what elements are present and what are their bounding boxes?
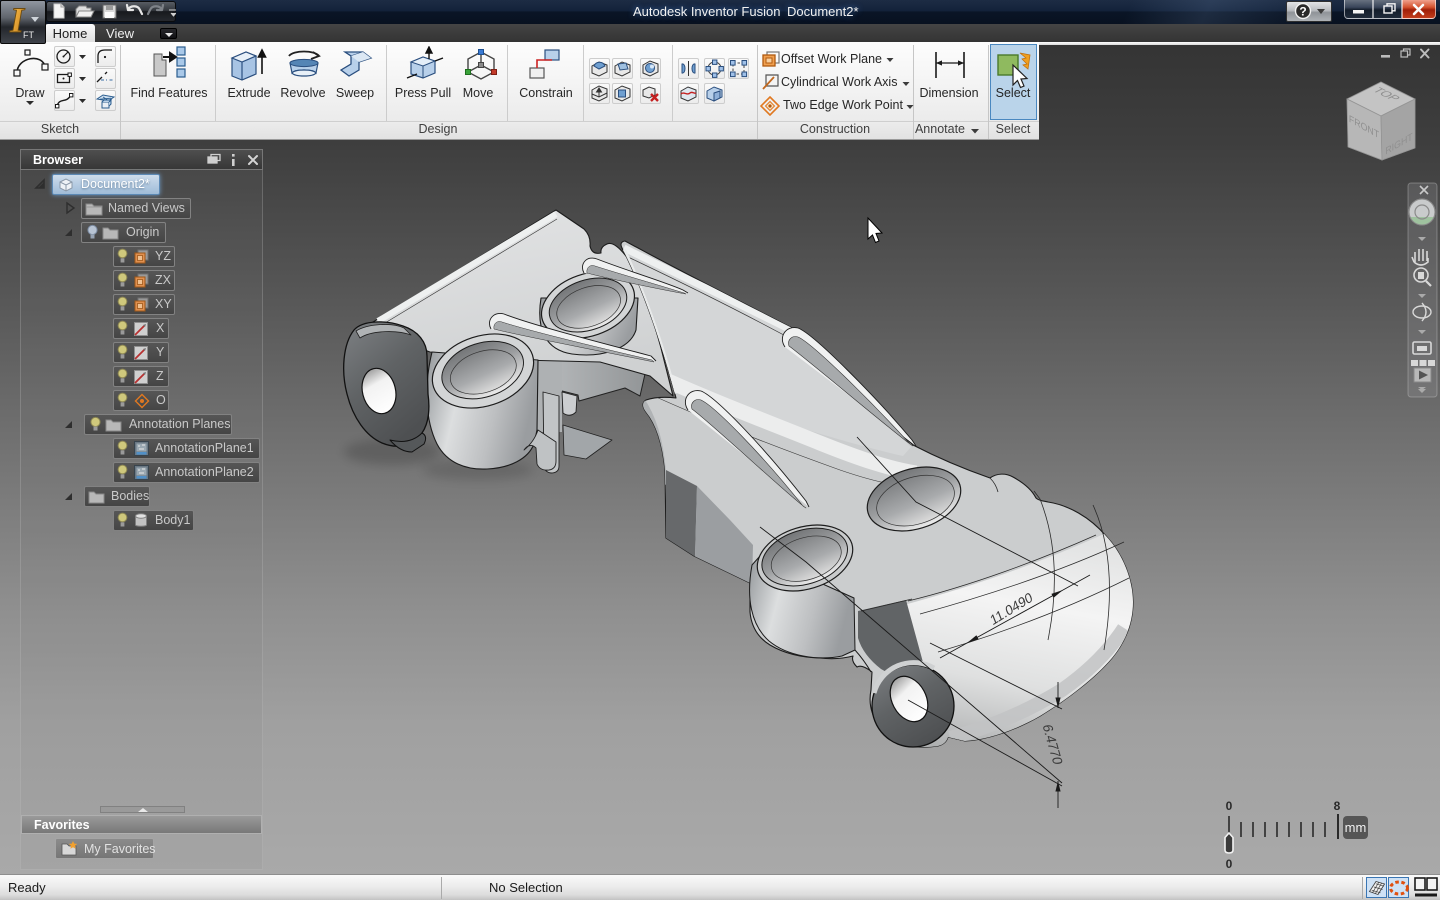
svg-text:0: 0 <box>1226 799 1233 813</box>
svg-text:6.4770: 6.4770 <box>1039 724 1066 766</box>
svg-text:0: 0 <box>1226 857 1233 871</box>
svg-text:8: 8 <box>1334 799 1341 813</box>
svg-text:mm: mm <box>1345 820 1367 835</box>
